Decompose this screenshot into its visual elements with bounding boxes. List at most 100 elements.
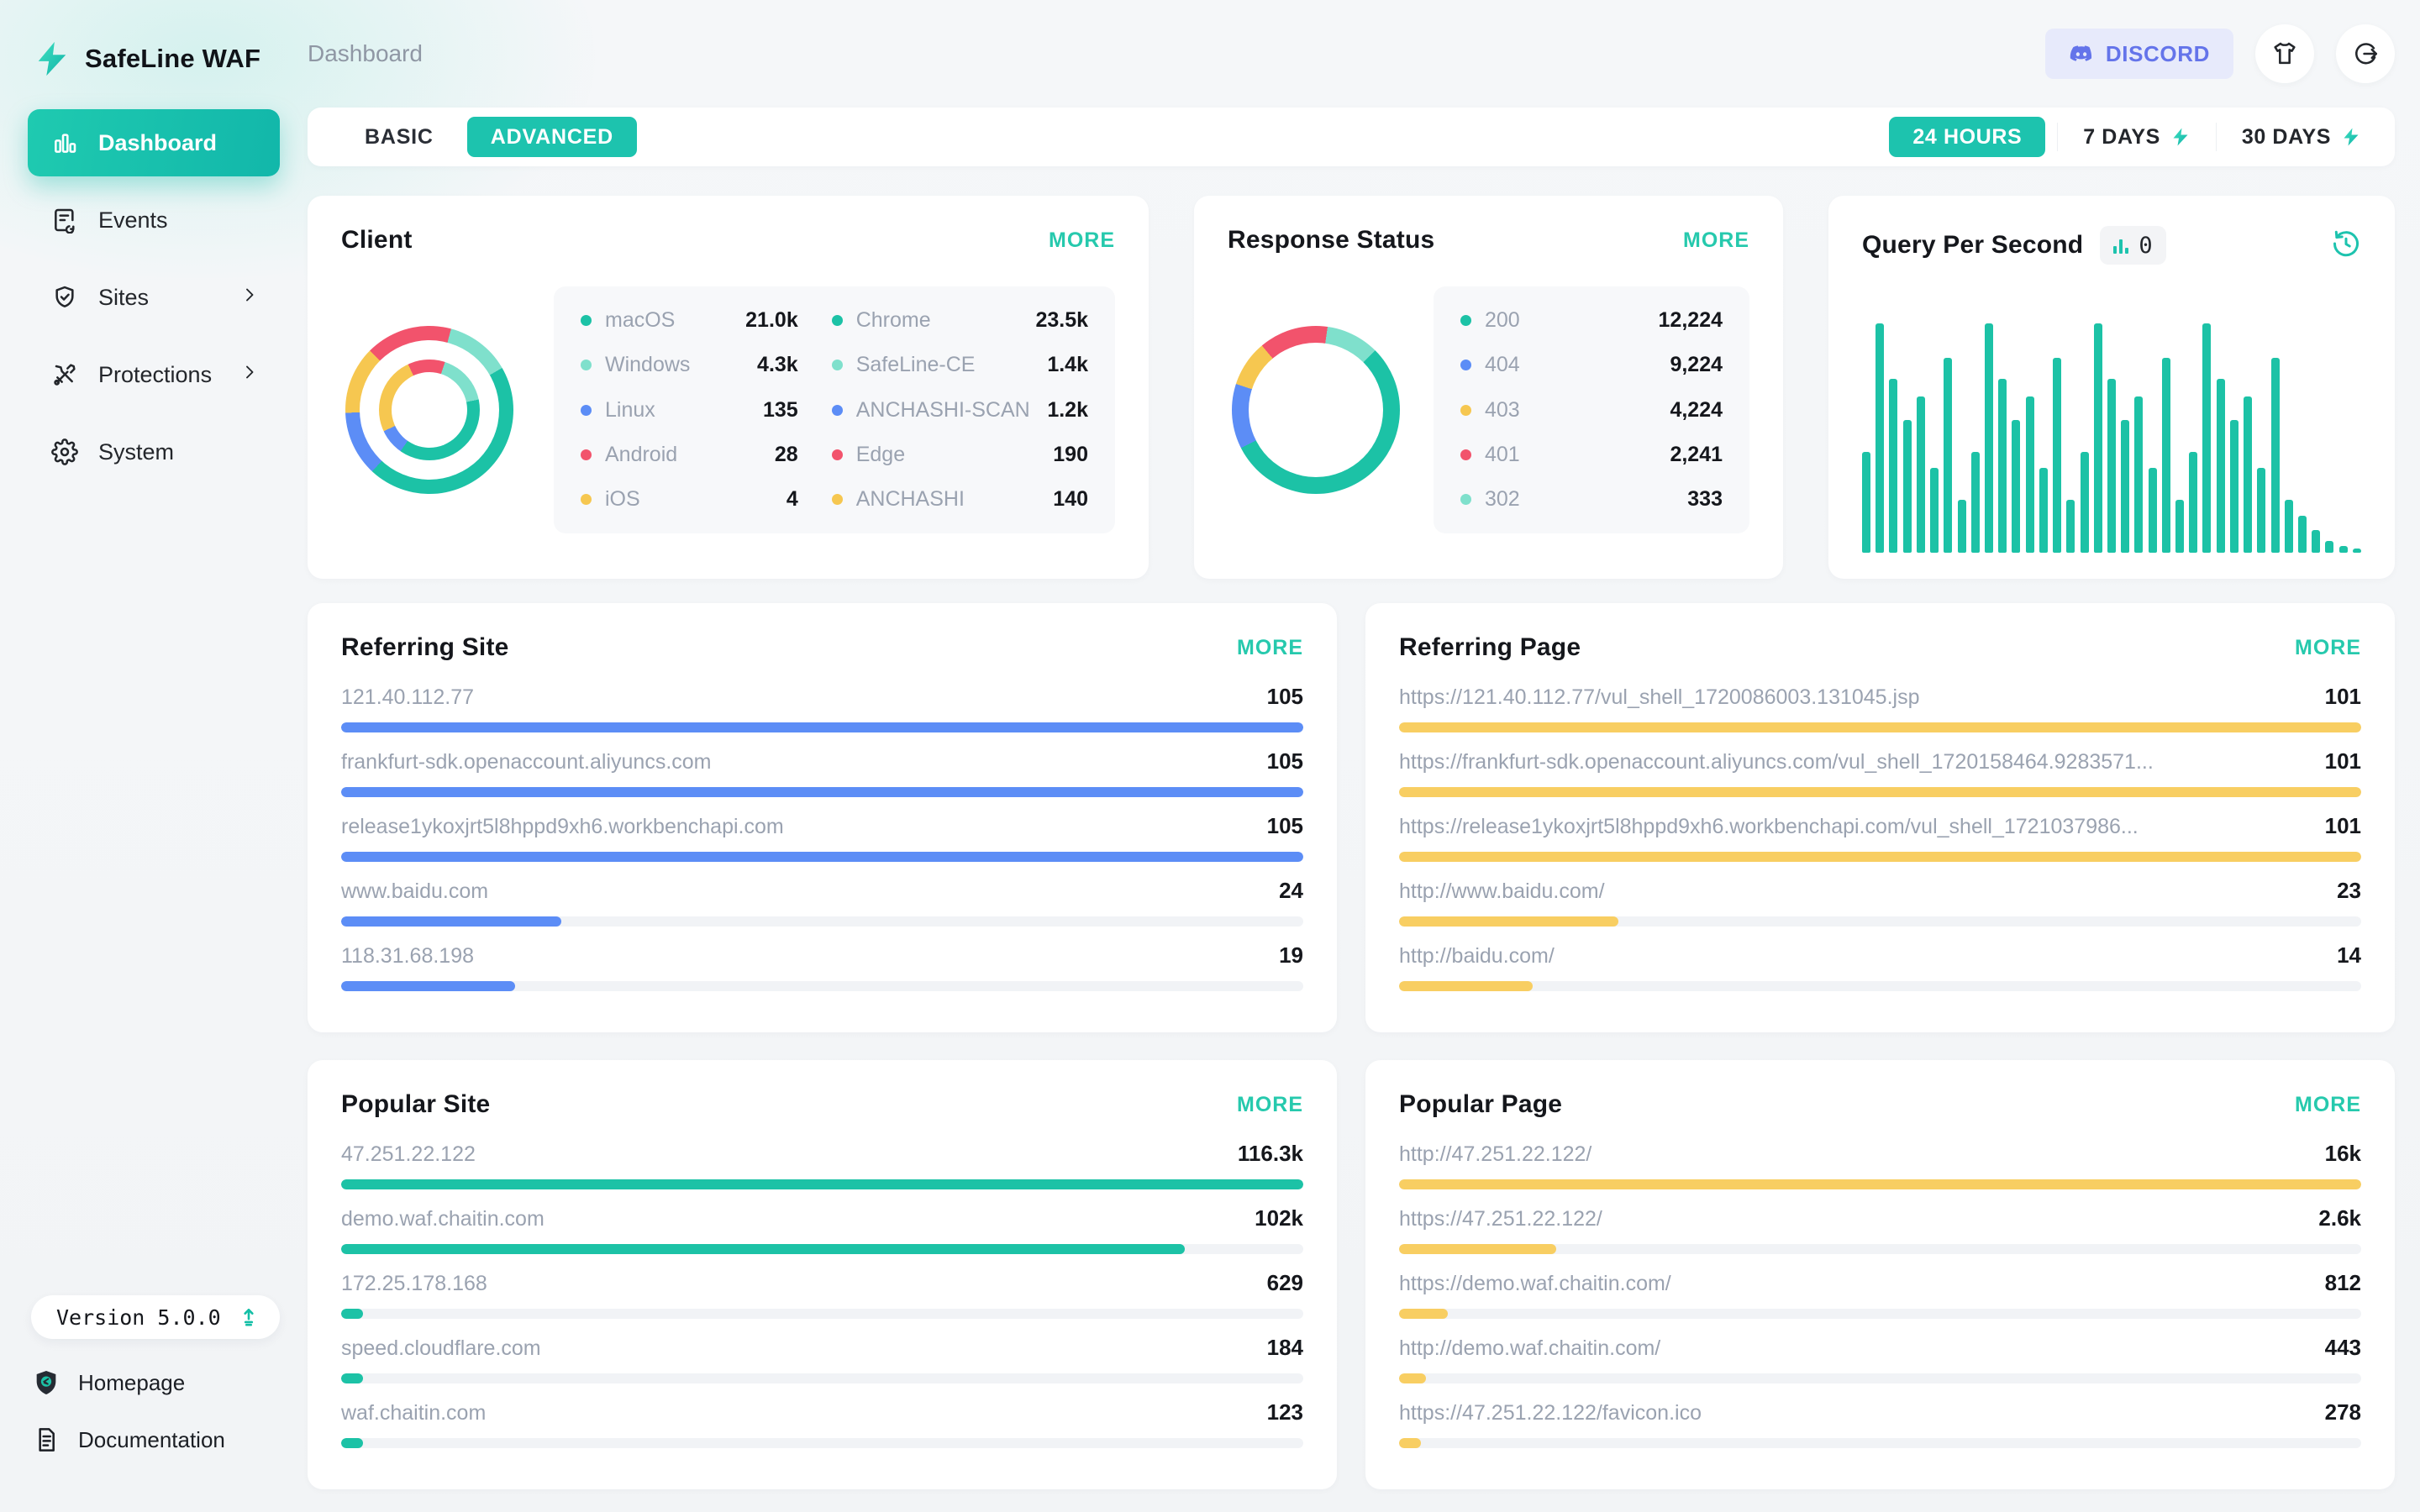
progress-track: [1399, 1179, 2361, 1189]
tab-basic[interactable]: BASIC: [341, 117, 457, 157]
sidebar-item-dashboard[interactable]: Dashboard: [28, 109, 280, 176]
progress-track: [341, 1438, 1303, 1448]
tab-30-days[interactable]: 30 DAYS: [2217, 117, 2386, 157]
legend-item[interactable]: macOS21.0k: [581, 308, 798, 333]
legend-item[interactable]: SafeLine-CE1.4k: [832, 353, 1088, 377]
theme-tshirt-button[interactable]: [2255, 24, 2314, 83]
legend-column-os: macOS21.0k Windows4.3k Linux135 Android28 iO…: [581, 308, 798, 512]
rank-line: https://frankfurt-sdk.openaccount.aliyun…: [1399, 748, 2361, 774]
rank-list: 47.251.22.122116.3kdemo.waf.chaitin.com1…: [341, 1141, 1303, 1448]
logout-button[interactable]: [2336, 24, 2395, 83]
legend-item[interactable]: ANCHASHI140: [832, 487, 1088, 512]
legend-item[interactable]: 302333: [1460, 487, 1723, 512]
history-icon: [2331, 228, 2361, 259]
sidebar-item-system[interactable]: System: [28, 418, 280, 486]
rank-line: https://121.40.112.77/vul_shell_17200860…: [1399, 684, 2361, 710]
legend-value: 333: [1687, 487, 1723, 512]
response-donut-chart: [1232, 326, 1400, 494]
legend-item[interactable]: iOS4: [581, 487, 798, 512]
rank-label: www.baidu.com: [341, 879, 488, 904]
progress-track: [1399, 722, 2361, 732]
progress-fill: [341, 852, 1303, 862]
qps-bar: [2244, 396, 2252, 553]
referring-site-more-link[interactable]: MORE: [1237, 636, 1303, 660]
discord-button[interactable]: DISCORD: [2045, 29, 2233, 79]
qps-bar: [2353, 549, 2361, 553]
rank-row: http://47.251.22.122/16k: [1399, 1141, 2361, 1189]
rank-value: 24: [1279, 878, 1303, 904]
legend-item[interactable]: ANCHASHI-SCAN1.2k: [832, 398, 1088, 423]
rank-line: 121.40.112.77105: [341, 684, 1303, 710]
popular-site-more-link[interactable]: MORE: [1237, 1093, 1303, 1117]
legend-value: 12,224: [1659, 308, 1723, 333]
progress-fill: [341, 1309, 363, 1319]
response-legend: 20012,224 4049,224 4034,224 4012,241 302333: [1434, 286, 1749, 533]
qps-bar: [2285, 500, 2293, 553]
gear-icon: [51, 438, 78, 465]
qps-bar: [1985, 323, 1993, 553]
qps-bar: [2053, 358, 2061, 553]
legend-item[interactable]: Edge190: [832, 443, 1088, 467]
progress-fill: [341, 1244, 1185, 1254]
donut-hole: [1249, 343, 1383, 477]
client-card: Client MORE macOS21.0kWindows4.3kLinux13…: [308, 196, 1149, 579]
client-more-link[interactable]: MORE: [1049, 228, 1115, 253]
legend-item[interactable]: 20012,224: [1460, 308, 1723, 333]
legend-value: 190: [1053, 443, 1088, 467]
tab-7-days[interactable]: 7 DAYS: [2058, 117, 2216, 157]
popular-page-more-link[interactable]: MORE: [2295, 1093, 2361, 1117]
brand: SafeLine WAF: [28, 32, 280, 86]
legend-item[interactable]: Linux135: [581, 398, 798, 423]
progress-track: [341, 852, 1303, 862]
homepage-label: Homepage: [78, 1370, 185, 1396]
legend-label: iOS: [605, 487, 640, 512]
rank-label: https://demo.waf.chaitin.com/: [1399, 1272, 1671, 1296]
sidebar-item-label: System: [98, 439, 174, 465]
rank-label: http://47.251.22.122/: [1399, 1142, 1591, 1167]
tab-advanced[interactable]: ADVANCED: [467, 117, 637, 157]
legend-item[interactable]: 4034,224: [1460, 398, 1723, 423]
qps-bar: [1889, 379, 1897, 553]
legend-label: Chrome: [856, 308, 931, 333]
qps-bar: [2026, 396, 2034, 553]
legend-item[interactable]: Android28: [581, 443, 798, 467]
legend-item[interactable]: 4049,224: [1460, 353, 1723, 377]
progress-fill: [1399, 1373, 1426, 1383]
sidebar-item-label: Events: [98, 207, 168, 234]
legend-dot: [832, 315, 843, 326]
documentation-link[interactable]: Documentation: [28, 1426, 280, 1453]
rank-value: 101: [2325, 684, 2361, 710]
legend-item[interactable]: Chrome23.5k: [832, 308, 1088, 333]
rank-value: 116.3k: [1238, 1141, 1303, 1167]
response-more-link[interactable]: MORE: [1683, 228, 1749, 253]
rank-label: 172.25.178.168: [341, 1272, 487, 1296]
rank-label: http://demo.waf.chaitin.com/: [1399, 1336, 1660, 1361]
homepage-link[interactable]: Homepage: [28, 1369, 280, 1396]
sidebar-item-sites[interactable]: Sites: [28, 264, 280, 331]
update-arrow-icon: [238, 1306, 260, 1328]
rank-value: 19: [1279, 942, 1303, 969]
sidebar-item-events[interactable]: Events: [28, 186, 280, 254]
qps-bar: [2339, 546, 2348, 553]
refresh-history-button[interactable]: [2331, 228, 2361, 263]
sidebar-footer: Version 5.0.0 Homepage Documentation: [28, 1295, 280, 1453]
referring-page-more-link[interactable]: MORE: [2295, 636, 2361, 660]
rank-row: http://baidu.com/14: [1399, 942, 2361, 991]
legend-dot: [1460, 360, 1471, 370]
sidebar-item-protections[interactable]: Protections: [28, 341, 280, 408]
version-badge[interactable]: Version 5.0.0: [31, 1295, 280, 1339]
qps-current-badge: 0: [2100, 226, 2165, 265]
tab-24-hours[interactable]: 24 HOURS: [1889, 117, 2045, 157]
qps-bar: [2081, 452, 2089, 553]
safeline-logo-icon: [33, 39, 71, 78]
rank-value: 105: [1267, 748, 1303, 774]
legend-item[interactable]: Windows4.3k: [581, 353, 798, 377]
rank-label: http://baidu.com/: [1399, 944, 1555, 969]
pro-bolt-icon: [2170, 127, 2191, 147]
rank-label: https://121.40.112.77/vul_shell_17200860…: [1399, 685, 1920, 710]
progress-fill: [1399, 787, 2361, 797]
legend-item[interactable]: 4012,241: [1460, 443, 1723, 467]
main-area: Dashboard DISCORD BASIC ADVANCED 24 HOUR…: [308, 0, 2420, 1489]
progress-fill: [1399, 852, 2361, 862]
legend-dot: [581, 449, 592, 460]
